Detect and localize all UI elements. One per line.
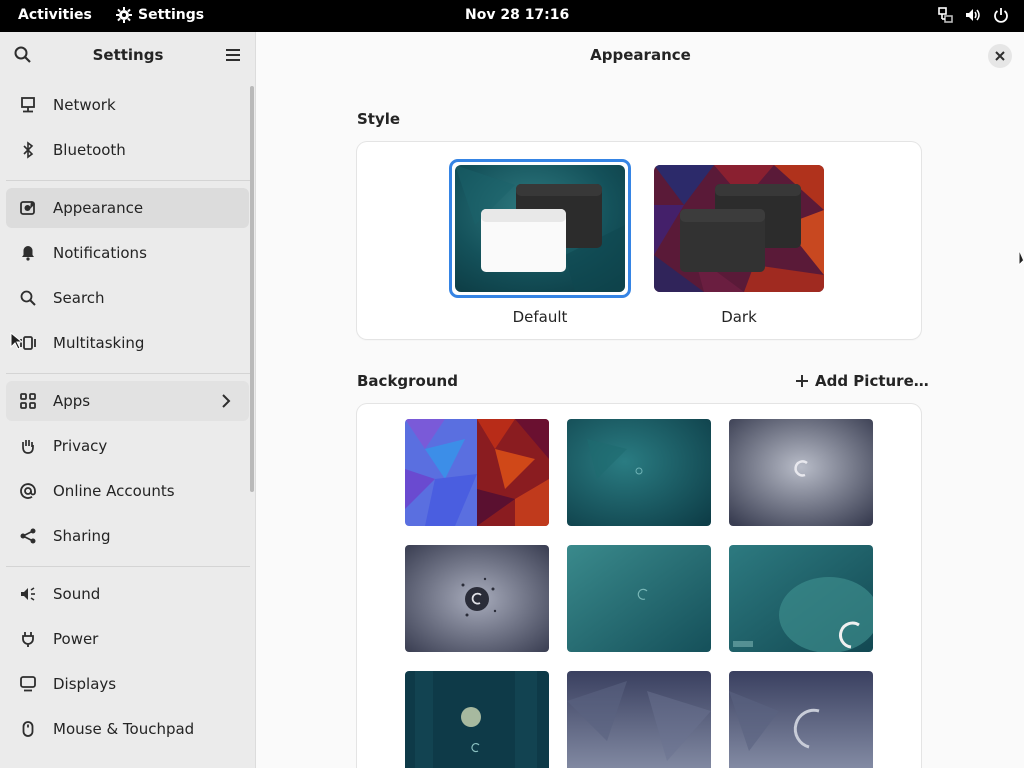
app-menu-label: Settings — [138, 7, 205, 23]
sidebar-item-displays[interactable]: Displays — [6, 664, 249, 704]
plus-icon — [796, 375, 808, 387]
sidebar-item-multitasking[interactable]: Multitasking — [6, 323, 249, 363]
network-icon — [19, 96, 37, 114]
hamburger-menu-icon[interactable] — [223, 45, 243, 65]
sidebar-scrollbar[interactable] — [250, 86, 254, 492]
sidebar-item-label: Multitasking — [53, 334, 145, 352]
bluetooth-icon — [19, 141, 37, 159]
display-icon — [19, 675, 37, 693]
gear-icon — [116, 7, 132, 23]
sidebar-item-sound[interactable]: Sound — [6, 574, 249, 614]
bell-icon — [19, 244, 37, 262]
wallpaper-thumbnail[interactable] — [405, 671, 549, 768]
sidebar-item-power[interactable]: Power — [6, 619, 249, 659]
sidebar-item-mouse-touchpad[interactable]: Mouse & Touchpad — [6, 709, 249, 749]
main-panel: Appearance Style Default Dark Background… — [257, 32, 1024, 768]
style-section-label: Style — [357, 110, 401, 128]
page-title: Appearance — [590, 46, 691, 64]
power-icon — [992, 6, 1010, 24]
activities-button[interactable]: Activities — [18, 7, 92, 23]
sidebar-separator — [6, 373, 250, 374]
sidebar-header: Settings — [0, 32, 256, 78]
sidebar-item-label: Sharing — [53, 527, 111, 545]
sidebar-item-label: Bluetooth — [53, 141, 126, 159]
add-picture-button[interactable]: Add Picture… — [795, 372, 929, 390]
sidebar-item-online-accounts[interactable]: Online Accounts — [6, 471, 249, 511]
sidebar-title: Settings — [92, 46, 164, 64]
sidebar-item-label: Network — [53, 96, 116, 114]
style-option-label: Dark — [721, 308, 757, 326]
wallpaper-thumbnail[interactable] — [567, 545, 711, 652]
speaker-icon — [19, 585, 37, 603]
apps-grid-icon — [19, 392, 37, 410]
background-card — [357, 404, 921, 768]
add-picture-label: Add Picture… — [815, 372, 929, 390]
clock[interactable]: Nov 28 17:16 — [465, 7, 569, 23]
at-icon — [19, 482, 37, 500]
style-thumbnail-default — [455, 165, 625, 292]
appearance-icon — [19, 199, 37, 217]
wallpaper-thumbnail[interactable] — [567, 419, 711, 526]
sidebar-item-label: Search — [53, 289, 105, 307]
share-icon — [19, 527, 37, 545]
background-section-label: Background — [357, 372, 458, 390]
sidebar-item-search[interactable]: Search — [6, 278, 249, 318]
sidebar-item-network[interactable]: Network — [6, 85, 249, 125]
sidebar: Settings Network Bluetooth Appearance No… — [0, 32, 256, 768]
sidebar-item-label: Power — [53, 630, 99, 648]
power-plug-icon — [19, 630, 37, 648]
system-tray[interactable] — [936, 6, 1010, 24]
sidebar-separator — [6, 566, 250, 567]
sidebar-item-label: Sound — [53, 585, 101, 603]
wallpaper-thumbnail[interactable] — [567, 671, 711, 768]
sidebar-item-sharing[interactable]: Sharing — [6, 516, 249, 556]
hand-icon — [19, 437, 37, 455]
sidebar-item-label: Online Accounts — [53, 482, 175, 500]
chevron-right-icon — [217, 392, 235, 410]
close-button[interactable] — [988, 44, 1012, 68]
wallpaper-thumbnail[interactable] — [729, 671, 873, 768]
wallpaper-thumbnail[interactable] — [405, 545, 549, 652]
sidebar-item-bluetooth[interactable]: Bluetooth — [6, 130, 249, 170]
sidebar-item-notifications[interactable]: Notifications — [6, 233, 249, 273]
mouse-cursor-icon — [1018, 251, 1024, 267]
sidebar-item-label: Mouse & Touchpad — [53, 720, 195, 738]
style-card: Default Dark — [357, 142, 921, 339]
top-bar: Activities Settings Nov 28 17:16 — [0, 0, 1024, 32]
mouse-cursor-icon — [10, 332, 22, 350]
wallpaper-thumbnail[interactable] — [405, 419, 549, 526]
sidebar-item-appearance[interactable]: Appearance — [6, 188, 249, 228]
network-wired-icon — [936, 6, 954, 24]
wallpaper-thumbnail[interactable] — [729, 419, 873, 526]
sidebar-item-apps[interactable]: Apps — [6, 381, 249, 421]
sidebar-item-label: Appearance — [53, 199, 144, 217]
sidebar-item-label: Notifications — [53, 244, 147, 262]
style-option-label: Default — [512, 308, 568, 326]
sidebar-item-label: Privacy — [53, 437, 108, 455]
sidebar-item-privacy[interactable]: Privacy — [6, 426, 249, 466]
app-menu[interactable]: Settings — [116, 7, 204, 23]
sidebar-separator — [6, 180, 250, 181]
sidebar-item-label: Apps — [53, 392, 91, 410]
wallpaper-thumbnail[interactable] — [729, 545, 873, 652]
style-thumbnail-dark — [654, 165, 824, 292]
close-icon — [995, 51, 1005, 61]
volume-icon — [964, 6, 982, 24]
search-icon — [19, 289, 37, 307]
sidebar-item-label: Displays — [53, 675, 117, 693]
mouse-icon — [19, 720, 37, 738]
